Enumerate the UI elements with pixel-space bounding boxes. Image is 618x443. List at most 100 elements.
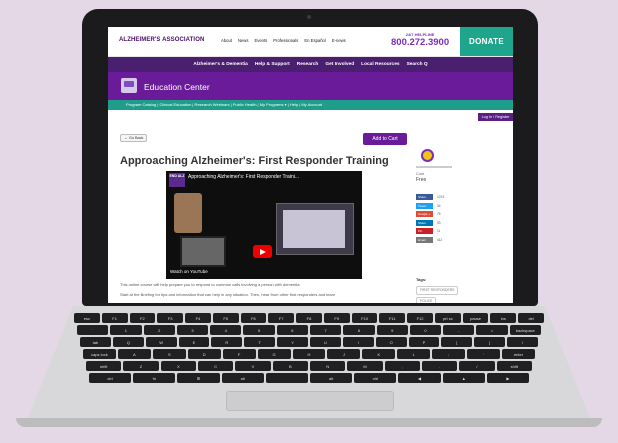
- keyboard-key[interactable]: D: [187, 349, 221, 359]
- keyboard-key[interactable]: 3: [176, 325, 209, 335]
- keyboard-key[interactable]: W: [145, 337, 177, 347]
- keyboard-key[interactable]: Z: [123, 361, 159, 371]
- keyboard-key[interactable]: R: [211, 337, 243, 347]
- main-nav-item[interactable]: Get Involved: [325, 62, 354, 67]
- keyboard-key[interactable]: ins: [490, 313, 517, 323]
- share-button[interactable]: Tweet 34: [416, 202, 456, 209]
- keyboard-key[interactable]: I: [342, 337, 374, 347]
- play-icon[interactable]: [253, 245, 272, 258]
- keyboard-key[interactable]: pause: [462, 313, 489, 323]
- tag-chip[interactable]: POLICE: [416, 297, 437, 303]
- keyboard-key[interactable]: backspace: [509, 325, 541, 335]
- video-player[interactable]: END ALZ Approaching Alzheimer's: First R…: [166, 171, 362, 279]
- keyboard-key[interactable]: 5: [243, 325, 275, 335]
- keyboard-key[interactable]: shift: [86, 361, 122, 371]
- add-to-cart-button[interactable]: Add to Cart: [363, 133, 407, 145]
- keyboard-key[interactable]: 8: [343, 325, 375, 335]
- keyboard-key[interactable]: .: [422, 361, 458, 371]
- keyboard-key[interactable]: fn: [133, 373, 176, 383]
- keyboard-key[interactable]: P: [408, 337, 440, 347]
- video-title[interactable]: Approaching Alzheimer's: First Responder…: [188, 174, 299, 180]
- keyboard-key[interactable]: F1: [101, 313, 128, 323]
- keyboard-key[interactable]: F6: [240, 313, 267, 323]
- keyboard-key[interactable]: 7: [310, 325, 342, 335]
- keyboard-key[interactable]: alt: [310, 373, 353, 383]
- keyboard-key[interactable]: F7: [268, 313, 295, 323]
- keyboard-key[interactable]: =: [476, 325, 508, 335]
- keyboard-key[interactable]: ⊞: [177, 373, 220, 383]
- keyboard-key[interactable]: F11: [379, 313, 406, 323]
- keyboard-key[interactable]: 4: [210, 325, 242, 335]
- keyboard-key[interactable]: [: [441, 337, 473, 347]
- keyboard-key[interactable]: G: [257, 349, 291, 359]
- keyboard-key[interactable]: \: [507, 337, 538, 347]
- keyboard-key[interactable]: `: [77, 325, 109, 335]
- keyboard-key[interactable]: enter: [502, 349, 535, 359]
- keyboard-key[interactable]: -: [443, 325, 475, 335]
- keyboard-key[interactable]: 0: [409, 325, 442, 335]
- keyboard-key[interactable]: ▶: [486, 373, 529, 383]
- keyboard-key[interactable]: C: [198, 361, 234, 371]
- main-nav-item[interactable]: Local Resources: [361, 62, 399, 67]
- keyboard-key[interactable]: F9: [323, 313, 350, 323]
- keyboard-key[interactable]: ': [467, 349, 501, 359]
- keyboard-key[interactable]: 2: [143, 325, 175, 335]
- watch-on-youtube-link[interactable]: Watch on YouTube: [170, 269, 208, 274]
- keyboard-key[interactable]: Y: [277, 337, 308, 347]
- main-nav-item[interactable]: Search Q: [407, 62, 428, 67]
- keyboard-key[interactable]: F3: [157, 313, 184, 323]
- keyboard-key[interactable]: alt: [221, 373, 264, 383]
- top-link[interactable]: En Español: [304, 38, 325, 43]
- share-button[interactable]: Google + 76: [416, 211, 456, 217]
- keyboard-key[interactable]: K: [362, 349, 396, 359]
- keyboard-key[interactable]: T: [244, 337, 276, 347]
- keyboard-key[interactable]: shift: [496, 361, 532, 371]
- trackpad[interactable]: [226, 391, 394, 411]
- keyboard-key[interactable]: ,: [384, 361, 420, 371]
- keyboard-key[interactable]: ◀: [398, 373, 441, 383]
- go-back-button[interactable]: ← Go Back: [120, 134, 148, 142]
- top-link[interactable]: News: [238, 38, 248, 43]
- keyboard-key[interactable]: E: [178, 337, 210, 347]
- keyboard-key[interactable]: caps lock: [83, 349, 116, 359]
- share-button[interactable]: Pin 11: [416, 228, 456, 234]
- keyboard-key[interactable]: esc: [74, 313, 100, 323]
- keyboard-key[interactable]: ctrl: [354, 373, 397, 383]
- keyboard-key[interactable]: F10: [351, 313, 378, 323]
- keyboard-key[interactable]: F4: [185, 313, 211, 323]
- main-nav-item[interactable]: Help & Support: [255, 62, 290, 67]
- keyboard-key[interactable]: N: [310, 361, 346, 371]
- section-title[interactable]: Education Center: [144, 82, 210, 92]
- keyboard-key[interactable]: ctrl: [89, 373, 132, 383]
- keyboard-key[interactable]: del: [518, 313, 544, 323]
- site-logo[interactable]: ALZHEIMER'S ASSOCIATION: [119, 37, 204, 43]
- keyboard-key[interactable]: J: [327, 349, 361, 359]
- keyboard-key[interactable]: ;: [432, 349, 466, 359]
- keyboard-key[interactable]: M: [347, 361, 383, 371]
- top-link[interactable]: Events: [254, 38, 267, 43]
- keyboard-key[interactable]: prt sc: [434, 313, 461, 323]
- keyboard-key[interactable]: F12: [407, 313, 433, 323]
- keyboard-key[interactable]: O: [375, 337, 407, 347]
- keyboard-key[interactable]: F5: [212, 313, 239, 323]
- share-button[interactable]: Share 93: [416, 219, 456, 226]
- top-link[interactable]: About: [221, 38, 232, 43]
- keyboard-key[interactable]: A: [117, 349, 151, 359]
- keyboard-key[interactable]: 1: [110, 325, 142, 335]
- main-nav-item[interactable]: Research: [297, 62, 319, 67]
- keyboard-key[interactable]: B: [272, 361, 308, 371]
- keyboard-key[interactable]: L: [397, 349, 431, 359]
- top-link[interactable]: E-news: [332, 38, 346, 43]
- donate-button[interactable]: DONATE: [460, 27, 513, 56]
- keyboard-key[interactable]: F8: [296, 313, 322, 323]
- share-button[interactable]: Share 1074: [416, 194, 456, 200]
- tag-chip[interactable]: FIRST RESPONDERS: [416, 286, 459, 295]
- keyboard-key[interactable]: X: [160, 361, 196, 371]
- program-links-bar[interactable]: Program Catalog | Clinical Education | R…: [108, 100, 513, 110]
- keyboard-key[interactable]: V: [235, 361, 271, 371]
- keyboard-key[interactable]: tab: [80, 337, 111, 347]
- keyboard-key[interactable]: ]: [474, 337, 506, 347]
- share-button[interactable]: Email 412: [416, 236, 456, 243]
- keyboard-key[interactable]: [265, 373, 308, 383]
- keyboard-key[interactable]: 9: [376, 325, 408, 335]
